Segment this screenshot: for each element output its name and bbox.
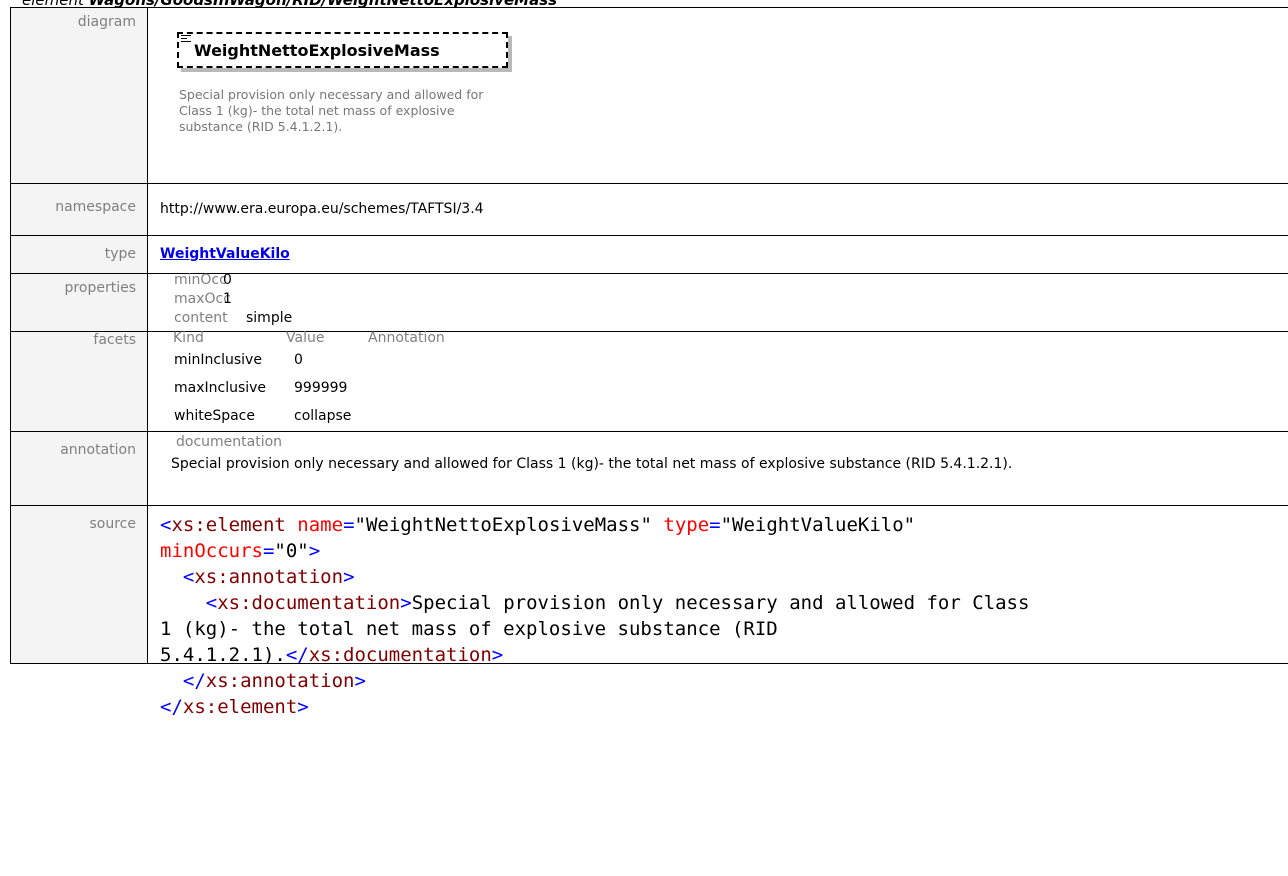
diagram-row: diagram WeightNettoExplosiveMass Special… [10, 7, 1288, 184]
diagram-cell: WeightNettoExplosiveMass Special provisi… [147, 7, 1288, 184]
source-row: source <xs:element name="WeightNettoExpl… [10, 505, 1288, 718]
source-label: source [10, 505, 148, 664]
property-minocc: minOcc0 [174, 272, 232, 288]
annotation-label: annotation [10, 431, 148, 506]
namespace-row: namespace http://www.era.europa.eu/schem… [10, 183, 1288, 236]
documentation-table: diagram WeightNettoExplosiveMass Special… [10, 7, 1288, 718]
diagram-element-name: WeightNettoExplosiveMass [194, 41, 440, 60]
diagram-element-box[interactable]: WeightNettoExplosiveMass [177, 32, 508, 68]
facet-row: minInclusive 0 [174, 352, 303, 368]
namespace-label: namespace [10, 183, 148, 236]
facet-row: maxInclusive 999999 [174, 380, 348, 396]
source-cell: <xs:element name="WeightNettoExplosiveMa… [147, 505, 1288, 718]
type-row: type WeightValueKilo [10, 235, 1288, 274]
type-cell: WeightValueKilo [147, 235, 1288, 274]
facets-cell: Kind Value Annotation minInclusive 0 maxInc… [147, 330, 1288, 432]
properties-row: properties minOcc0 maxOcc1 content simple [10, 272, 1288, 332]
diagram-label: diagram [10, 7, 148, 184]
annotation-text: Special provision only necessary and all… [171, 456, 1013, 472]
properties-cell: minOcc0 maxOcc1 content simple [147, 272, 1288, 332]
documentation-icon [181, 35, 191, 44]
facets-header: Kind Value Annotation [173, 330, 445, 346]
property-maxocc: maxOcc1 [174, 291, 232, 307]
annotation-cell: documentation Special provision only nec… [147, 431, 1288, 506]
diagram-description: Special provision only necessary and all… [179, 87, 484, 134]
annotation-row: annotation documentation Special provisi… [10, 431, 1288, 506]
type-label: type [10, 235, 148, 274]
type-link[interactable]: WeightValueKilo [160, 246, 290, 262]
source-code: <xs:element name="WeightNettoExplosiveMa… [160, 514, 1030, 718]
facet-row: whiteSpace collapse [174, 408, 352, 424]
annotation-heading: documentation [176, 434, 283, 450]
property-content: content simple [174, 310, 293, 326]
facets-label: facets [10, 331, 148, 432]
namespace-value: http://www.era.europa.eu/schemes/TAFTSI/… [147, 183, 1288, 236]
facets-row: facets Kind Value Annotation minInclusive 0… [10, 330, 1288, 432]
properties-label: properties [10, 273, 148, 332]
